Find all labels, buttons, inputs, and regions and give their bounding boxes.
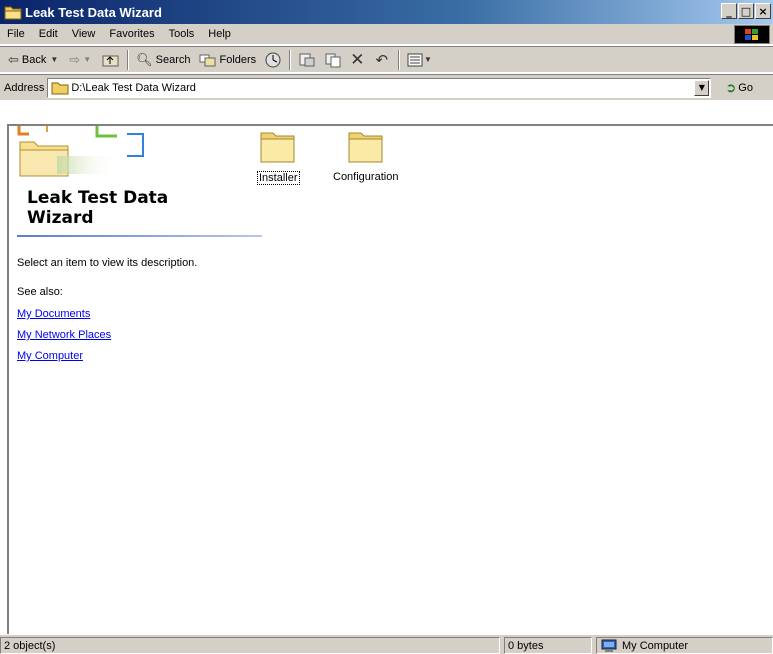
menu-file[interactable]: File (0, 28, 32, 40)
go-button[interactable]: ➲ Go (725, 80, 753, 96)
undo-icon: ↶ (375, 51, 389, 69)
standard-toolbar: ⇦ Back ▼ ⇨ ▼ 🔍︎ Search Folders ✕ ↶ ▼ (0, 46, 773, 73)
close-button[interactable]: × (755, 3, 771, 19)
up-folder-button[interactable] (98, 49, 124, 71)
back-label: Back (21, 53, 47, 66)
chevron-down-icon: ▼ (83, 55, 92, 64)
window-title: Leak Test Data Wizard (25, 4, 162, 20)
file-item-label: Installer (257, 171, 300, 185)
status-object-count: 2 object(s) (0, 637, 500, 654)
minimize-button[interactable]: _ (721, 3, 737, 19)
address-bar: Address D:\Leak Test Data Wizard ▼ ➲ Go (0, 74, 773, 100)
pane-title-line: Wizard (27, 208, 94, 228)
title-bar[interactable]: Leak Test Data Wizard _ □ × (0, 0, 773, 24)
folder-icon (51, 82, 69, 94)
pane-title: Leak Test Data Wizard (27, 188, 257, 228)
folders-label: Folders (219, 53, 257, 66)
undo-button[interactable]: ↶ (371, 49, 395, 71)
forward-arrow-icon: ⇨ (69, 51, 81, 67)
menu-edit[interactable]: Edit (32, 28, 65, 40)
status-size: 0 bytes (504, 637, 592, 654)
search-button[interactable]: 🔍︎ Search (132, 49, 194, 71)
web-view-pane: Leak Test Data Wizard Select an item to … (17, 126, 262, 426)
folder-view[interactable]: Leak Test Data Wizard Select an item to … (7, 124, 773, 634)
search-label: Search (155, 53, 191, 66)
menu-view[interactable]: View (65, 28, 103, 40)
file-item-label: Configuration (333, 171, 399, 183)
status-zone: My Computer (596, 637, 773, 654)
link-my-computer[interactable]: My Computer (17, 350, 83, 362)
status-bar: 2 object(s) 0 bytes My Computer (0, 634, 773, 654)
maximize-button[interactable]: □ (738, 3, 754, 19)
move-to-button[interactable] (294, 49, 320, 71)
forward-button[interactable]: ⇨ ▼ (65, 49, 98, 71)
back-arrow-icon: ⇦ (8, 51, 19, 67)
folders-icon (199, 54, 215, 66)
history-button[interactable] (260, 49, 286, 71)
views-button[interactable]: ▼ (403, 49, 439, 71)
chevron-down-icon: ▼ (424, 55, 432, 64)
pane-description: Select an item to view its description. (17, 257, 198, 269)
copy-to-button[interactable] (320, 49, 346, 71)
copy-to-icon (325, 53, 341, 67)
window-controls: _ □ × (720, 3, 771, 19)
file-item-installer[interactable]: Installer (257, 129, 300, 185)
move-to-icon (299, 53, 315, 66)
pane-divider (17, 235, 262, 237)
windows-logo-icon (734, 25, 770, 44)
menu-favorites[interactable]: Favorites (102, 28, 161, 40)
chevron-down-icon: ▼ (698, 83, 705, 92)
address-value: D:\Leak Test Data Wizard (71, 81, 196, 94)
go-label: Go (738, 81, 753, 94)
views-icon (407, 53, 423, 66)
delete-icon: ✕ (350, 49, 365, 69)
back-button[interactable]: ⇦ Back ▼ (4, 49, 65, 71)
folder-icon (348, 132, 383, 163)
folder-banner-graphic (17, 126, 144, 177)
menu-bar: File Edit View Favorites Tools Help (0, 24, 773, 45)
folder-icon (260, 132, 295, 163)
toolbar-separator (398, 49, 401, 70)
search-icon: 🔍︎ (136, 51, 153, 67)
folders-button[interactable]: Folders (195, 49, 261, 71)
my-computer-icon (601, 639, 617, 652)
chevron-down-icon: ▼ (50, 55, 59, 64)
menu-help[interactable]: Help (201, 28, 238, 40)
pane-title-line: Leak Test Data (27, 188, 169, 208)
address-field[interactable]: D:\Leak Test Data Wizard ▼ (47, 77, 712, 98)
file-item-configuration[interactable]: Configuration (332, 129, 399, 183)
delete-button[interactable]: ✕ (346, 49, 371, 71)
go-arrow-icon: ➲ (725, 79, 737, 95)
link-my-documents[interactable]: My Documents (17, 308, 90, 320)
address-dropdown-button[interactable]: ▼ (694, 79, 710, 96)
menu-tools[interactable]: Tools (162, 28, 202, 40)
see-also-label: See also: (17, 286, 63, 298)
address-label: Address (4, 81, 45, 94)
history-icon (265, 52, 281, 67)
folder-icon (4, 6, 22, 20)
toolbar-separator (289, 49, 292, 70)
up-folder-icon (102, 55, 119, 66)
link-my-network-places[interactable]: My Network Places (17, 329, 111, 341)
status-zone-label: My Computer (622, 639, 689, 652)
toolbar-separator (127, 49, 130, 70)
